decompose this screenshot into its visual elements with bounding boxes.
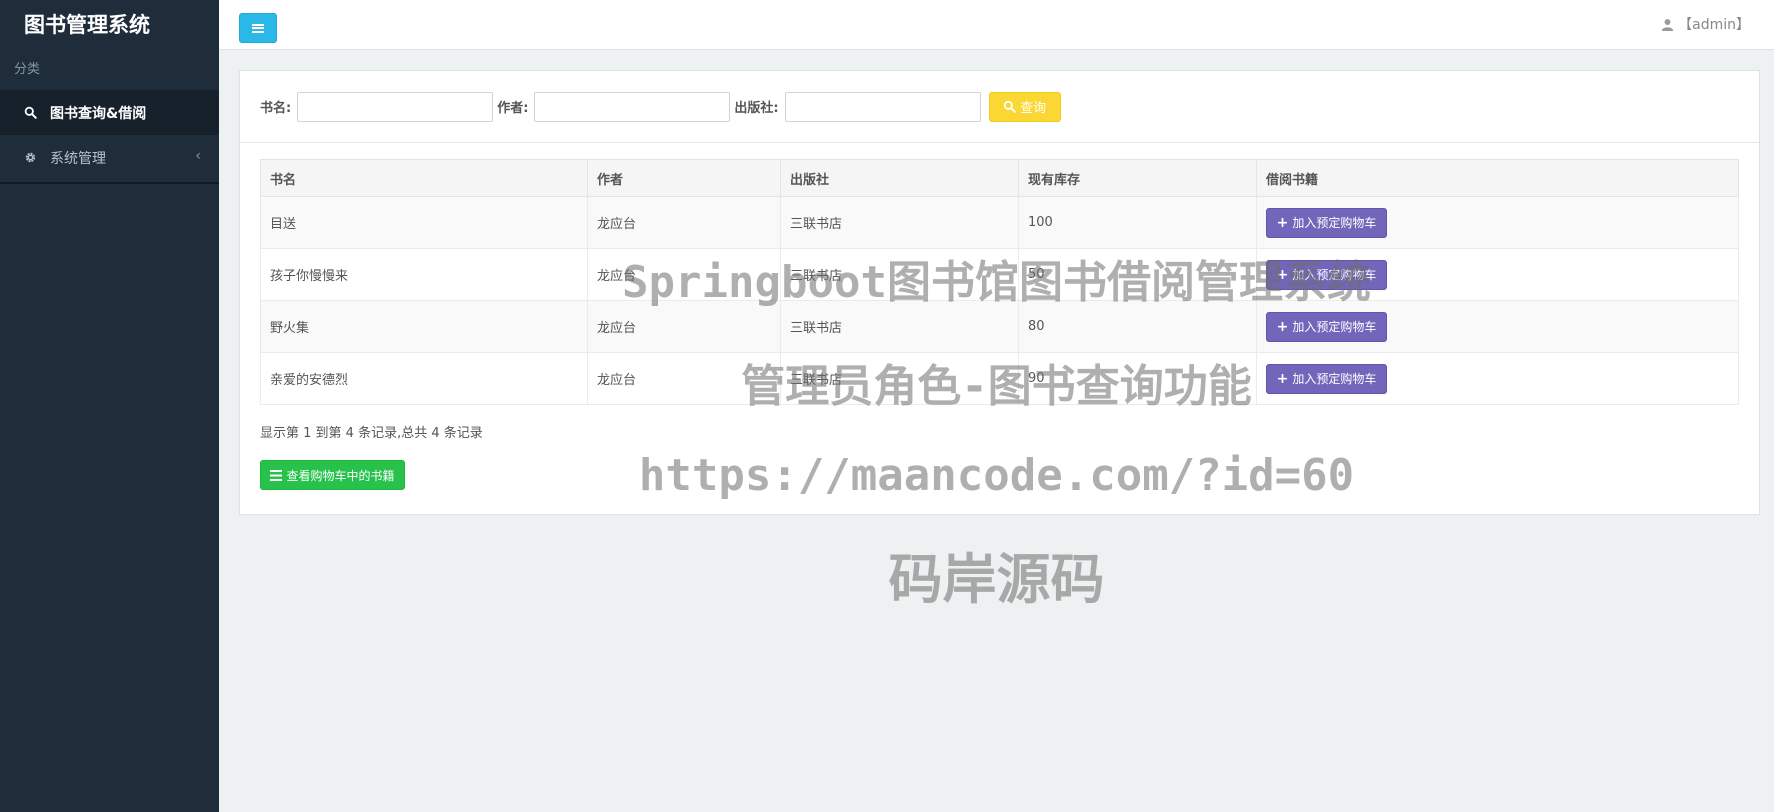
cell-author: 龙应台 [587, 248, 781, 301]
plus-icon: + [1276, 370, 1289, 387]
user-menu[interactable]: 【admin】 [1661, 14, 1750, 34]
sidebar-divider [0, 182, 219, 184]
gear-icon [24, 151, 42, 164]
view-cart-label: 查看购物车中的书籍 [286, 468, 395, 483]
add-to-cart-button[interactable]: + 加入预定购物车 [1266, 363, 1387, 394]
cell-publisher: 三联书店 [780, 300, 1019, 353]
table-header-row: 书名 作者 出版社 现有库存 借阅书籍 [260, 159, 1739, 197]
cell-author: 龙应台 [587, 196, 781, 249]
cell-action: + 加入预定购物车 [1256, 300, 1739, 353]
add-to-cart-label: 加入预定购物车 [1292, 320, 1377, 334]
query-button[interactable]: 查询 [988, 91, 1061, 122]
cell-title: 亲爱的安德烈 [260, 352, 588, 405]
cell-publisher: 三联书店 [780, 352, 1019, 405]
cell-publisher: 三联书店 [780, 196, 1019, 249]
cell-title: 野火集 [260, 300, 588, 353]
plus-icon: + [1276, 318, 1289, 335]
sidebar-item-label: 图书查询&借阅 [50, 105, 147, 122]
add-to-cart-button[interactable]: + 加入预定购物车 [1266, 259, 1387, 290]
cell-stock: 90 [1018, 352, 1257, 405]
search-form: 书名: 作者: 出版社: 查询 [240, 71, 1759, 143]
column-header-author[interactable]: 作者 [587, 159, 781, 197]
cell-action: + 加入预定购物车 [1256, 196, 1739, 249]
brand-title: 图书管理系统 [24, 13, 150, 37]
cell-title: 目送 [260, 196, 588, 249]
content-panel: 书名: 作者: 出版社: 查询 书名 作者 出版社 现有库存 借阅书籍 目送 龙… [239, 70, 1760, 515]
top-header: 【admin】 [219, 0, 1774, 50]
table-row: 亲爱的安德烈 龙应台 三联书店 90 + 加入预定购物车 [260, 352, 1739, 405]
nav-section-label: 分类 [14, 62, 41, 77]
sidebar-item-book-search[interactable]: 图书查询&借阅 [0, 90, 219, 135]
cell-publisher: 三联书店 [780, 248, 1019, 301]
book-table: 书名 作者 出版社 现有库存 借阅书籍 目送 龙应台 三联书店 100 + 加入预… [260, 159, 1739, 405]
table-row: 目送 龙应台 三联书店 100 + 加入预定购物车 [260, 196, 1739, 249]
cell-title: 孩子你慢慢来 [260, 248, 588, 301]
author-input[interactable] [534, 91, 731, 122]
table-row: 野火集 龙应台 三联书店 80 + 加入预定购物车 [260, 300, 1739, 353]
add-to-cart-label: 加入预定购物车 [1292, 268, 1377, 282]
column-header-borrow: 借阅书籍 [1256, 159, 1739, 197]
list-icon [270, 469, 283, 481]
menu-toggle-button[interactable] [239, 13, 277, 43]
column-header-stock[interactable]: 现有库存 [1018, 159, 1257, 197]
view-cart-button[interactable]: 查看购物车中的书籍 [260, 460, 405, 490]
menu-icon [252, 22, 264, 34]
cell-action: + 加入预定购物车 [1256, 248, 1739, 301]
user-name: 【admin】 [1678, 17, 1750, 33]
user-icon [1661, 18, 1674, 31]
plus-icon: + [1276, 266, 1289, 283]
cell-stock: 50 [1018, 248, 1257, 301]
search-icon [24, 106, 42, 119]
sidebar-item-system-management[interactable]: 系统管理 ‹ [0, 135, 219, 180]
search-icon [1003, 100, 1016, 113]
pagination-info: 显示第 1 到第 4 条记录,总共 4 条记录 [260, 426, 483, 441]
sidebar-item-label: 系统管理 [50, 150, 106, 167]
publisher-label: 出版社: [734, 101, 779, 116]
app-window: 图书管理系统 分类 图书查询&借阅 系统管理 ‹ 【admin】 书名: 作者:… [0, 0, 1774, 812]
publisher-input[interactable] [784, 91, 981, 122]
cell-author: 龙应台 [587, 352, 781, 405]
add-to-cart-button[interactable]: + 加入预定购物车 [1266, 207, 1387, 238]
title-label: 书名: [260, 101, 292, 116]
add-to-cart-button[interactable]: + 加入预定购物车 [1266, 311, 1387, 342]
cell-action: + 加入预定购物车 [1256, 352, 1739, 405]
chevron-left-icon: ‹ [195, 148, 201, 164]
sidebar: 图书管理系统 分类 图书查询&借阅 系统管理 ‹ [0, 0, 219, 812]
column-header-title[interactable]: 书名 [260, 159, 588, 197]
add-to-cart-label: 加入预定购物车 [1292, 372, 1377, 386]
cell-author: 龙应台 [587, 300, 781, 353]
title-input[interactable] [297, 91, 494, 122]
cell-stock: 80 [1018, 300, 1257, 353]
add-to-cart-label: 加入预定购物车 [1292, 216, 1377, 230]
watermark-line-4: 码岸源码 [888, 548, 1105, 611]
query-button-label: 查询 [1020, 101, 1047, 116]
author-label: 作者: [497, 101, 529, 116]
cell-stock: 100 [1018, 196, 1257, 249]
table-row: 孩子你慢慢来 龙应台 三联书店 50 + 加入预定购物车 [260, 248, 1739, 301]
plus-icon: + [1276, 214, 1289, 231]
column-header-publisher[interactable]: 出版社 [780, 159, 1019, 197]
